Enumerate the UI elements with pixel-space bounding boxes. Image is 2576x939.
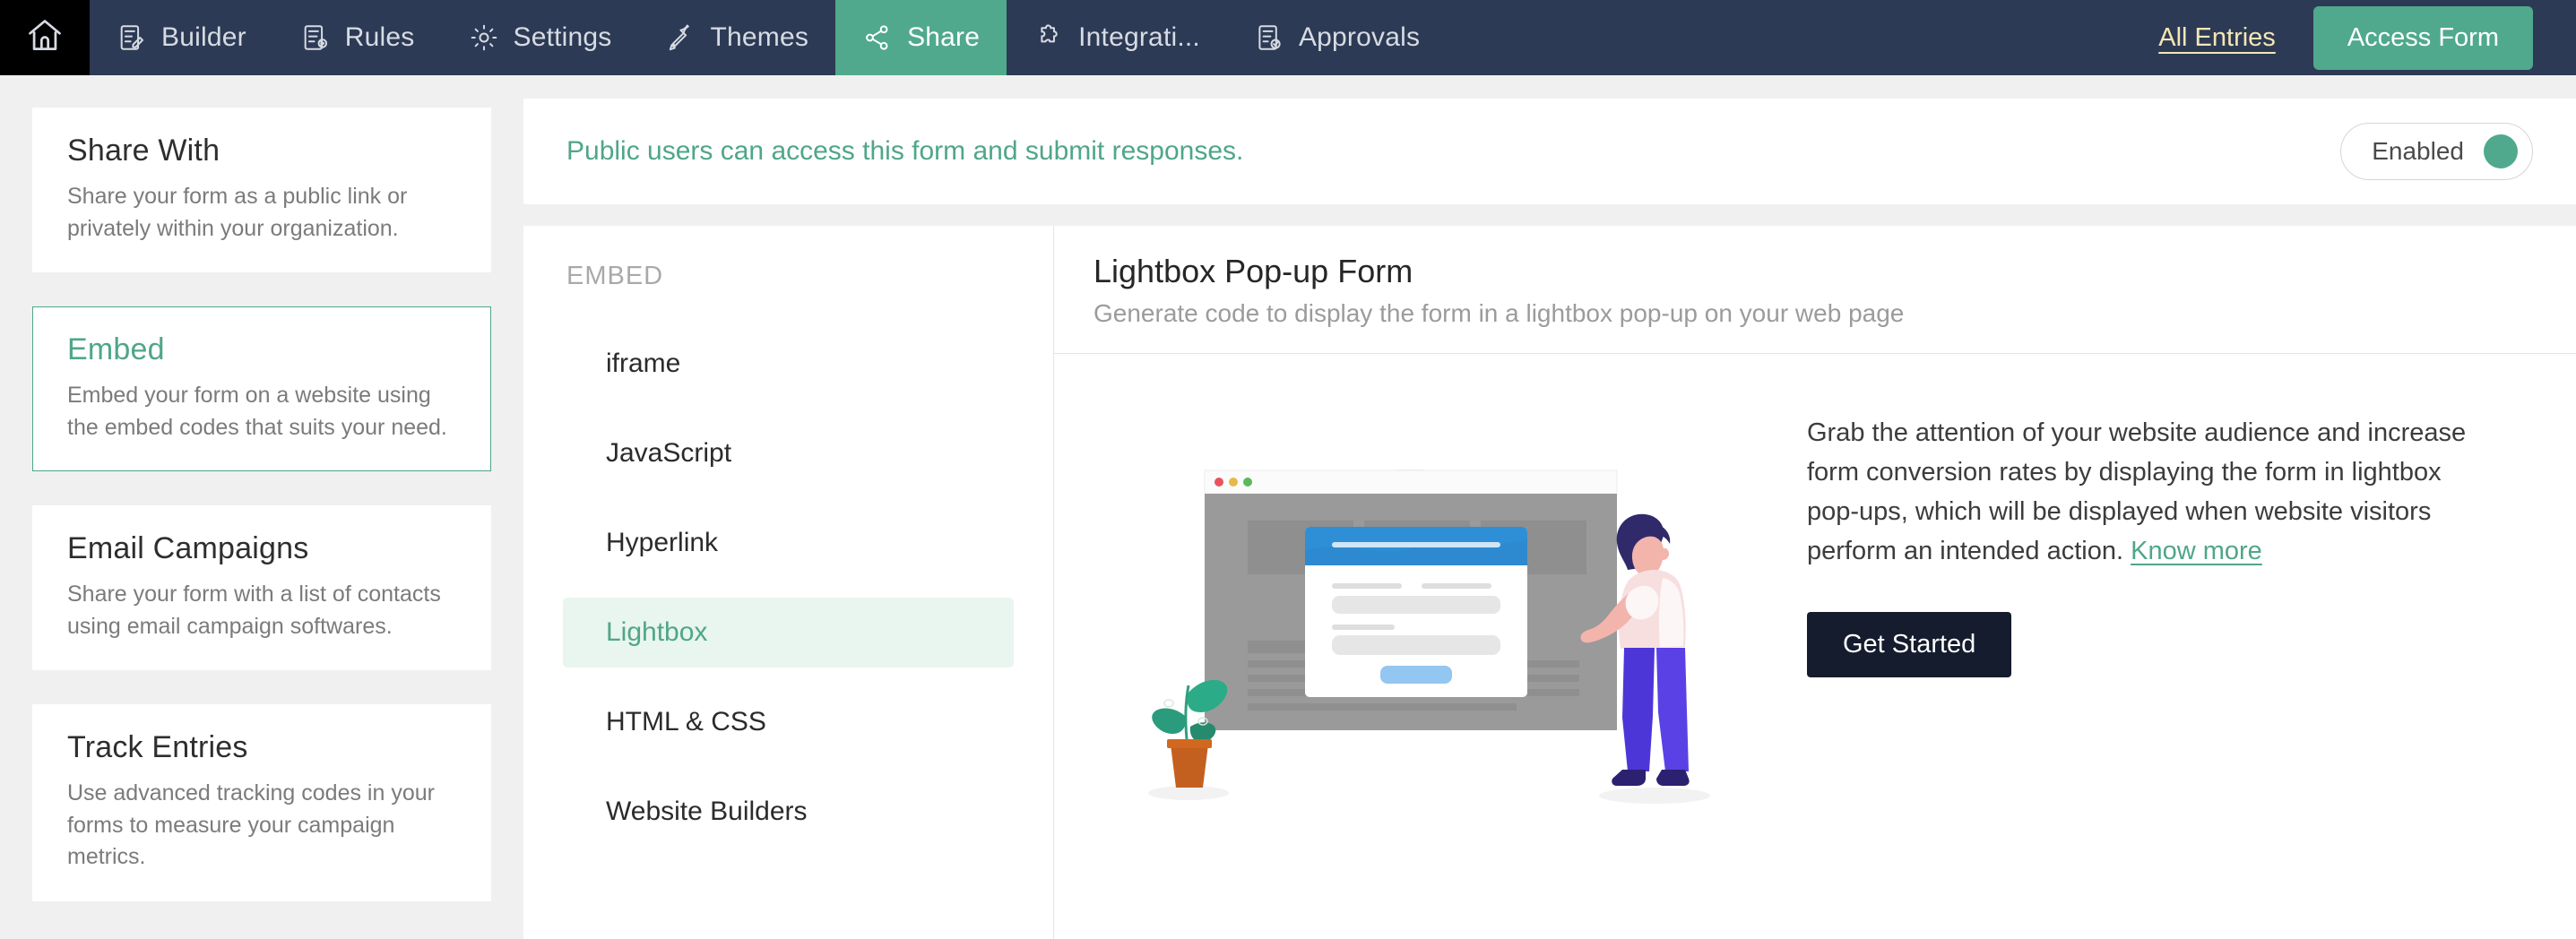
nav-item-label: Settings [513,22,612,52]
sidebar-item-title: Share With [67,134,220,168]
nav-item-label: Share [907,22,981,52]
embed-menu-item-html-css[interactable]: HTML & CSS [563,687,1014,757]
detail-body: Grab the attention of your website audie… [1054,354,2576,939]
embed-menu-item-label: iframe [606,349,681,378]
page-title: Lightbox Pop-up Form [1094,253,1413,289]
lightbox-description: Grab the attention of your website audie… [1807,413,2497,571]
public-access-toggle[interactable]: Enabled [2340,123,2533,180]
puzzle-piece-icon [1033,22,1064,53]
form-builder-icon [117,22,147,53]
nav-item-label: Approvals [1298,22,1421,52]
embed-content-card: EMBED iframe JavaScript Hyperlink Lightb… [523,226,2576,939]
sidebar-item-title: Email Campaigns [67,531,309,565]
gear-icon [469,22,499,53]
all-entries-link[interactable]: All Entries [2158,23,2276,53]
sidebar-item-description: Embed your form on a website using the e… [67,383,447,440]
nav-item-list: Builder Rules Settings Themes Share Inte… [90,0,1447,75]
nav-item-rules[interactable]: Rules [273,0,442,75]
banner-message: Public users can access this form and su… [566,136,1244,166]
sidebar-item-title: Embed [67,332,165,366]
embed-menu-item-label: Hyperlink [606,528,719,557]
nav-item-label: Themes [710,22,809,52]
page-subtitle: Generate code to display the form in a l… [1094,299,1905,327]
share-nodes-icon [862,22,893,53]
know-more-link[interactable]: Know more [2131,537,2262,565]
home-button[interactable] [0,0,90,75]
embed-menu-item-label: Lightbox [606,617,708,647]
get-started-button[interactable]: Get Started [1807,612,2012,678]
app-root: Builder Rules Settings Themes Share Inte… [0,0,2576,939]
nav-item-label: Integrati... [1078,22,1200,52]
top-navigation-bar: Builder Rules Settings Themes Share Inte… [0,0,2576,75]
lightbox-detail-panel: Lightbox Pop-up Form Generate code to di… [1054,226,2576,939]
paint-roller-icon [666,22,696,53]
nav-item-label: Builder [161,22,246,52]
embed-menu-item-lightbox[interactable]: Lightbox [563,598,1014,668]
embed-menu-item-hyperlink[interactable]: Hyperlink [563,508,1014,578]
embed-menu: EMBED iframe JavaScript Hyperlink Lightb… [523,226,1054,939]
embed-menu-item-label: JavaScript [606,438,732,468]
sidebar-item-description: Share your form as a public link or priv… [67,184,408,241]
nav-item-label: Rules [344,22,415,52]
access-form-button[interactable]: Access Form [2312,5,2533,70]
nav-item-settings[interactable]: Settings [442,0,639,75]
toggle-label: Enabled [2372,137,2464,165]
nav-item-themes[interactable]: Themes [639,0,836,75]
lightbox-popup-illustration [1148,469,1710,804]
nav-right-actions: All Entries Access Form [2158,0,2576,75]
sidebar-item-embed[interactable]: Embed Embed your form on a website using… [32,306,491,471]
sidebar-item-description: Share your form with a list of contacts … [67,581,441,639]
nav-item-share[interactable]: Share [835,0,1007,75]
sidebar-item-track-entries[interactable]: Track Entries Use advanced tracking code… [32,704,491,901]
rules-document-icon [300,22,331,53]
embed-menu-heading: EMBED [566,262,664,290]
detail-header: Lightbox Pop-up Form Generate code to di… [1054,226,2576,354]
embed-menu-item-label: Website Builders [606,797,808,826]
nav-item-approvals[interactable]: Approvals [1227,0,1447,75]
embed-menu-item-javascript[interactable]: JavaScript [563,418,1014,488]
embed-menu-item-label: HTML & CSS [606,707,766,737]
home-icon [25,16,65,60]
sidebar-item-title: Track Entries [67,730,248,764]
embed-menu-item-iframe[interactable]: iframe [563,329,1014,399]
illustration-container [1054,379,1807,809]
nav-item-builder[interactable]: Builder [90,0,273,75]
embed-menu-item-website-builders[interactable]: Website Builders [563,777,1014,847]
share-options-sidebar: Share With Share your form as a public l… [0,75,523,939]
sidebar-item-share-with[interactable]: Share With Share your form as a public l… [32,108,491,272]
toggle-knob [2484,134,2518,168]
approval-checklist-icon [1254,22,1284,53]
nav-item-integrations[interactable]: Integrati... [1007,0,1227,75]
sidebar-item-description: Use advanced tracking codes in your form… [67,780,435,869]
public-access-banner: Public users can access this form and su… [523,99,2576,204]
lightbox-copy-block: Grab the attention of your website audie… [1807,379,2551,678]
sidebar-item-email-campaigns[interactable]: Email Campaigns Share your form with a l… [32,505,491,670]
